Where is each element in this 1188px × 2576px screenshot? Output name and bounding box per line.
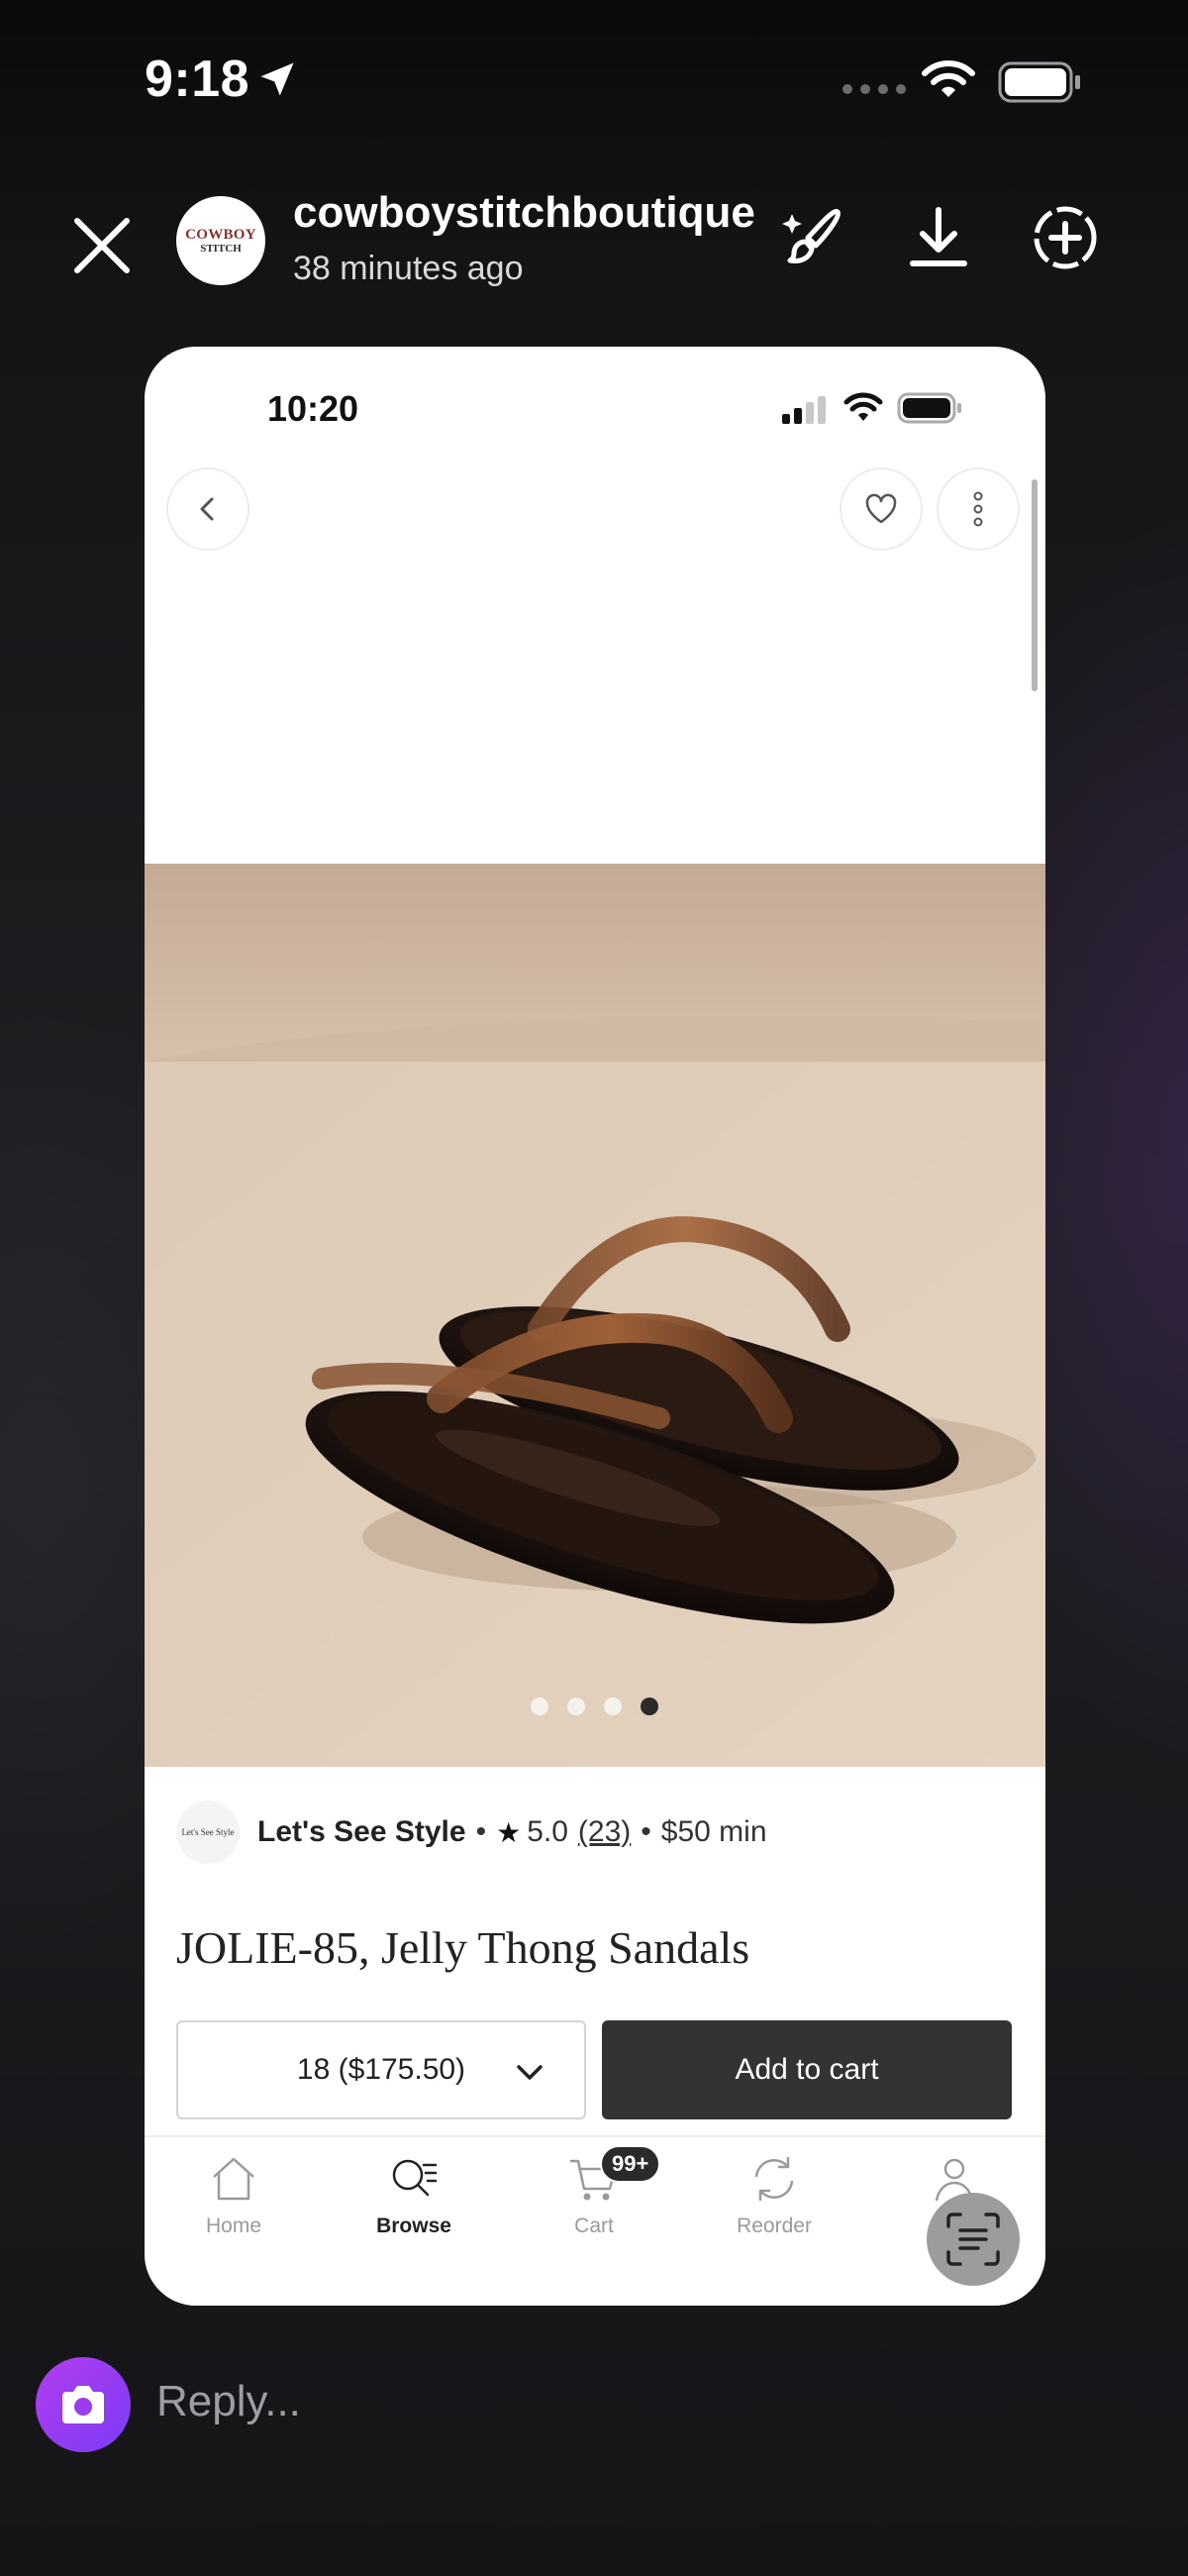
status-bar: 9:18 (0, 44, 1188, 123)
brand-name[interactable]: Let's See Style (257, 1815, 466, 1849)
more-options-button[interactable] (937, 467, 1020, 551)
chevron-left-icon (200, 497, 214, 521)
tab-label: Home (205, 2215, 262, 2237)
home-icon (213, 2157, 254, 2201)
tab-bar: Home Browse Cart 99+ Reorder F (145, 2135, 1045, 2306)
avatar-text: STITCH (200, 242, 242, 255)
add-to-story-icon[interactable] (1030, 202, 1101, 273)
tab-browse[interactable]: Browse (354, 2151, 473, 2238)
reorder-icon (754, 2157, 794, 2201)
download-icon[interactable] (903, 202, 974, 273)
browse-icon (392, 2159, 438, 2197)
sandals-photo (145, 864, 1045, 1767)
inner-status-bar: 10:20 (145, 347, 1045, 436)
carousel-dot[interactable] (641, 1698, 658, 1715)
heart-icon (865, 493, 897, 524)
battery-icon (998, 61, 1080, 103)
reply-input[interactable]: Reply... (156, 2377, 301, 2426)
back-button[interactable] (166, 467, 249, 551)
brand-row: Let's See Style Let's See Style • ★ 5.0 … (176, 1801, 767, 1864)
avatar-text: COWBOY (185, 226, 256, 243)
camera-button[interactable] (36, 2357, 131, 2452)
carousel-dot[interactable] (531, 1698, 548, 1715)
tab-label: Browse (376, 2215, 451, 2237)
quantity-value: 18 ($175.50) (296, 2053, 466, 2086)
cellular-signal-icon (782, 396, 826, 424)
separator: • (475, 1815, 487, 1848)
story-header: COWBOY STITCH cowboystitchboutique 38 mi… (0, 188, 1188, 297)
tab-label: Reorder (737, 2215, 812, 2237)
brand-logo[interactable]: Let's See Style (176, 1801, 240, 1864)
post-time: 38 minutes ago (293, 250, 524, 287)
favorite-button[interactable] (840, 467, 923, 551)
quantity-select[interactable]: 18 ($175.50) (176, 2020, 586, 2119)
star-icon: ★ (496, 1816, 522, 1848)
product-image[interactable] (145, 864, 1045, 1767)
location-arrow-icon (260, 62, 294, 96)
cellular-signal-icon (842, 84, 906, 94)
camera-icon (62, 2386, 104, 2423)
separator: • (641, 1815, 651, 1848)
status-time: 9:18 (145, 51, 250, 108)
cart-badge: 99+ (600, 2145, 661, 2183)
carousel-dot[interactable] (567, 1698, 585, 1715)
avatar[interactable]: COWBOY STITCH (176, 196, 265, 285)
carousel-indicator[interactable] (531, 1698, 658, 1715)
product-title: JOLIE-85, Jelly Thong Sandals (176, 1922, 750, 1973)
scan-text-icon (946, 2213, 1000, 2266)
battery-icon (897, 392, 961, 424)
add-to-cart-button[interactable]: Add to cart (602, 2020, 1012, 2119)
effects-brush-icon[interactable] (778, 202, 849, 273)
inner-status-time: 10:20 (267, 388, 359, 429)
tab-reorder[interactable]: Reorder (715, 2151, 834, 2238)
chevron-down-icon (517, 2065, 543, 2080)
close-icon[interactable] (69, 213, 135, 278)
tab-home[interactable]: Home (174, 2151, 293, 2238)
carousel-dot[interactable] (604, 1698, 622, 1715)
review-count-link[interactable]: (23) (578, 1815, 631, 1849)
scrollbar[interactable] (1032, 479, 1038, 691)
wifi-icon (843, 392, 883, 421)
tab-label: Cart (574, 2215, 614, 2237)
rating-value: 5.0 (527, 1815, 568, 1848)
visual-search-button[interactable] (927, 2193, 1020, 2286)
story-card: 10:20 Let's See Style Let's See Style • … (145, 347, 1045, 2306)
username[interactable]: cowboystitchboutique (293, 188, 755, 238)
minimum-order: $50 min (660, 1815, 767, 1848)
wifi-icon (922, 60, 975, 97)
more-vertical-icon (973, 491, 983, 527)
reply-bar: Reply... (0, 2347, 1188, 2456)
